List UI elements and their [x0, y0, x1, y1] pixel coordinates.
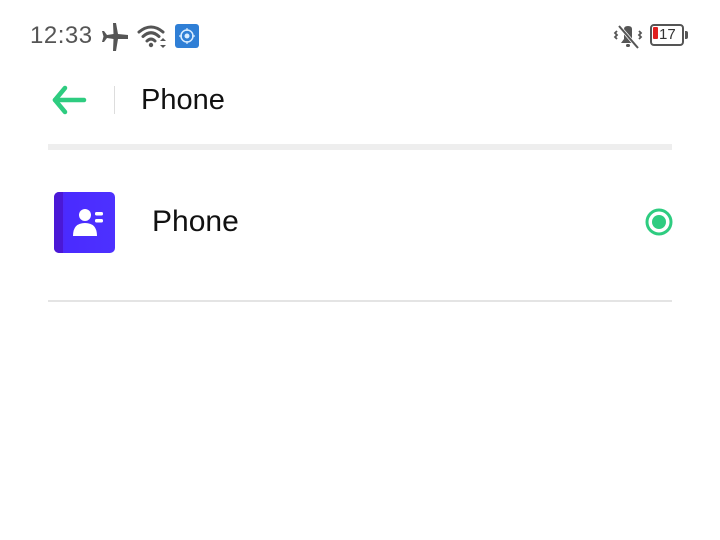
- battery-tip: [685, 31, 688, 39]
- header: Phone: [0, 72, 720, 128]
- header-divider: [114, 86, 115, 114]
- list-item-phone[interactable]: Phone: [48, 176, 678, 270]
- app-notification-icon: [175, 24, 199, 48]
- contacts-app-icon: [54, 192, 115, 253]
- list-separator: [48, 300, 672, 302]
- list-item-label: Phone: [152, 205, 239, 238]
- wifi-icon: [137, 25, 166, 48]
- vibrate-icon: [613, 24, 643, 50]
- battery-icon: 17: [650, 24, 690, 48]
- contact-card-glyph: [73, 209, 103, 236]
- arrow-left-icon: [52, 85, 87, 115]
- status-time: 12:33: [30, 22, 93, 49]
- status-bar: 12:33 17: [0, 0, 720, 72]
- radio-selected-icon[interactable]: [645, 208, 673, 236]
- battery-percent: 17: [659, 26, 676, 43]
- battery-level: [653, 27, 658, 39]
- page-title: Phone: [141, 84, 225, 116]
- screen: 12:33 17 Phone Phone: [0, 0, 720, 540]
- airplane-icon: [102, 23, 128, 51]
- back-button[interactable]: [50, 82, 90, 118]
- header-separator: [48, 144, 672, 150]
